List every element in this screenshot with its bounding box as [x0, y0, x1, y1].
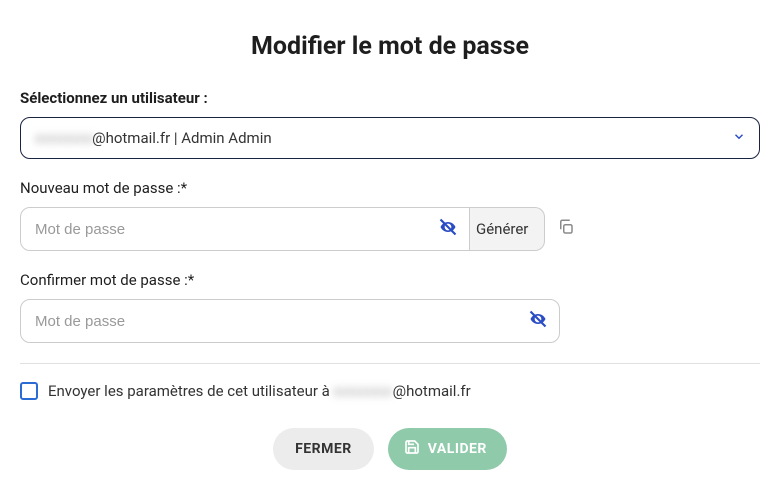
new-password-label: Nouveau mot de passe :*	[20, 179, 760, 197]
confirm-password-label: Confirmer mot de passe :*	[20, 271, 760, 289]
eye-off-icon[interactable]	[528, 309, 548, 333]
user-select-label: Sélectionnez un utilisateur :	[20, 89, 760, 107]
generate-button[interactable]: Générer	[460, 207, 545, 251]
confirm-password-input[interactable]	[20, 299, 560, 343]
new-password-input[interactable]	[20, 207, 470, 251]
close-button[interactable]: FERMER	[273, 428, 374, 470]
user-select-value: @hotmail.fr | Admin Admin	[92, 129, 272, 147]
copy-icon[interactable]	[557, 218, 575, 240]
page-title: Modifier le mot de passe	[20, 32, 760, 61]
eye-off-icon[interactable]	[438, 217, 458, 241]
validate-button-label: VALIDER	[428, 441, 487, 457]
user-select[interactable]: xxxxxxx @hotmail.fr | Admin Admin	[20, 117, 760, 159]
user-select-value-masked: xxxxxxx	[35, 129, 94, 147]
send-params-label: Envoyer les paramètres de cet utilisateu…	[48, 382, 471, 400]
validate-button[interactable]: VALIDER	[388, 428, 507, 470]
save-icon	[404, 439, 420, 459]
divider	[20, 363, 760, 364]
send-params-checkbox[interactable]	[20, 382, 38, 400]
